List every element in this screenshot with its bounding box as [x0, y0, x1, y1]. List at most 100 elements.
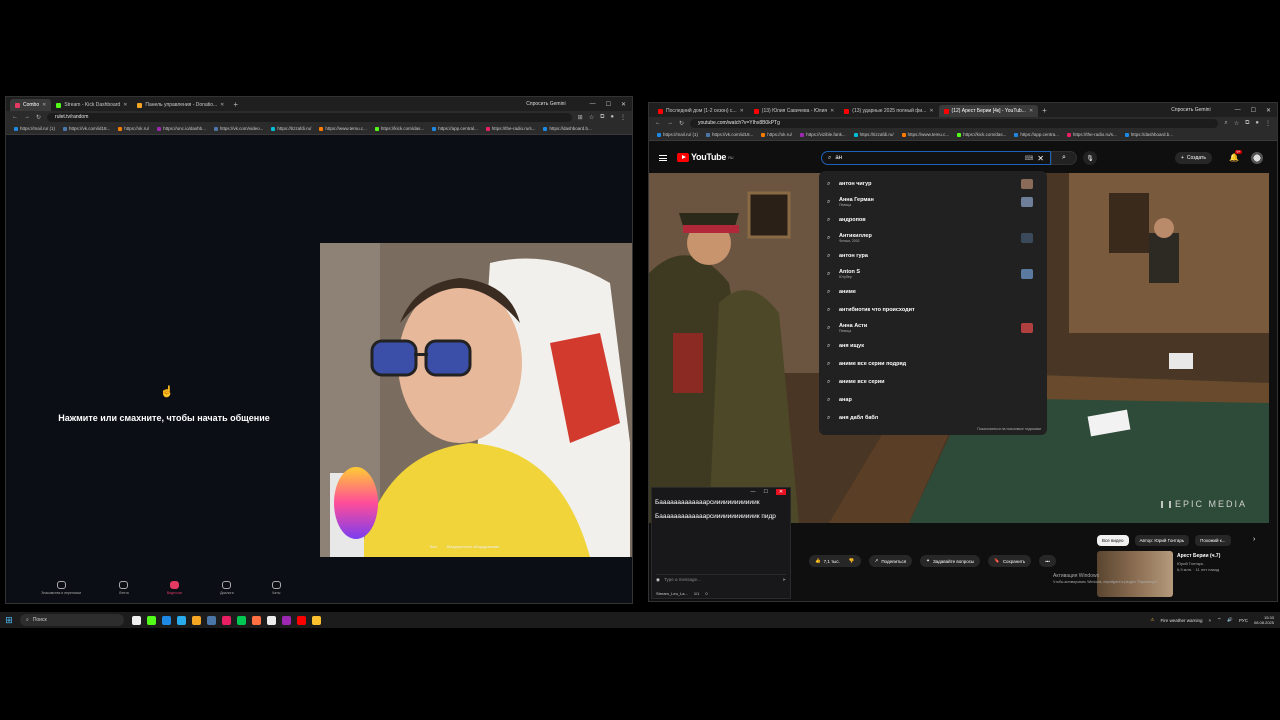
- close-icon[interactable]: ✕: [1029, 108, 1033, 114]
- close-icon[interactable]: ✕: [123, 102, 127, 108]
- taskbar-app-icon[interactable]: [282, 615, 291, 625]
- gemini-button[interactable]: Спросить Gemini: [526, 101, 565, 108]
- bookmark-item[interactable]: https://www.temu.c...: [901, 132, 949, 137]
- bookmark-item[interactable]: https://mail.ru/ (1): [14, 126, 55, 131]
- suggestion-item[interactable]: ⌕ андропов: [819, 211, 1047, 229]
- left-tab[interactable]: Combo ✕: [10, 99, 52, 111]
- close-window-icon[interactable]: ✕: [621, 101, 626, 108]
- close-icon[interactable]: ✕: [740, 108, 744, 114]
- close-icon[interactable]: ✕: [220, 102, 224, 108]
- suggestion-item[interactable]: ⌕ антибиотик что происходит: [819, 301, 1047, 319]
- taskbar-app-icon[interactable]: [297, 615, 306, 625]
- report-suggestions-link[interactable]: Пожаловаться на поисковые подсказки: [977, 427, 1041, 431]
- bookmark-item[interactable]: https://mail.ru/ (1): [657, 132, 698, 137]
- profile-icon[interactable]: ●: [610, 114, 614, 120]
- taskbar-app-icon[interactable]: [177, 615, 186, 625]
- right-tab[interactable]: (12) Арест Берии [4к] - YouTub... ✕: [938, 105, 1039, 117]
- send-icon[interactable]: ➤: [782, 577, 786, 583]
- suggestion-item[interactable]: ⌕ аниме все серии подряд: [819, 355, 1047, 373]
- extensions-icon[interactable]: ⧉: [1245, 120, 1249, 127]
- right-tab[interactable]: Последний дом (1-2 сезон) с... ✕: [653, 105, 749, 117]
- bookmark-item[interactable]: https://dashboard.b...: [1124, 132, 1173, 137]
- bookmark-item[interactable]: https://app.central...: [432, 126, 478, 131]
- clock[interactable]: 15:33 08.08.2025: [1254, 615, 1274, 625]
- new-tab-button[interactable]: +: [1038, 106, 1051, 115]
- gemini-button[interactable]: Спросить Gemini: [1171, 107, 1210, 114]
- thumbs-down-icon[interactable]: 👎: [849, 558, 855, 564]
- suggestion-item[interactable]: ⌕ Антикиллер Фильм, 2002: [819, 229, 1047, 247]
- suggestion-item[interactable]: ⌕ аня дабл бабл: [819, 409, 1047, 427]
- profile-icon[interactable]: ●: [1255, 120, 1259, 126]
- share-button[interactable]: ↗ Поделиться: [868, 555, 913, 567]
- suggestion-item[interactable]: ⌕ Анна Асти Певица: [819, 319, 1047, 337]
- filter-chip[interactable]: Похожий к...: [1195, 535, 1231, 546]
- search-query[interactable]: ан: [835, 155, 1020, 161]
- nav-item[interactable]: Лента: [119, 581, 129, 595]
- taskbar-app-icon[interactable]: [222, 615, 231, 625]
- minimize-icon[interactable]: —: [751, 489, 756, 495]
- cam-pill-medical[interactable]: Медицинское оборудование: [447, 544, 500, 549]
- suggestion-item[interactable]: ⌕ антон чигур: [819, 175, 1047, 193]
- nav-item[interactable]: Знакомства и переписки: [41, 581, 81, 595]
- reload-icon[interactable]: ↻: [36, 114, 41, 121]
- search-button[interactable]: ⌕: [1051, 151, 1077, 165]
- zoom-icon[interactable]: ⌕: [1224, 120, 1227, 127]
- youtube-logo[interactable]: YouTube RU: [677, 152, 734, 162]
- extensions-icon[interactable]: ⧉: [600, 114, 604, 121]
- nav-item[interactable]: Чаты: [271, 581, 281, 595]
- suggestion-item[interactable]: ⌕ аниме: [819, 283, 1047, 301]
- ask-button[interactable]: ✦ Задавайте вопросы: [920, 555, 981, 567]
- back-icon[interactable]: ←: [655, 120, 661, 126]
- search-input[interactable]: ⌕ ан ⌨ ✕: [821, 151, 1051, 165]
- bookmark-item[interactable]: https://ok.ru/: [761, 132, 792, 137]
- bookmark-item[interactable]: https://the-radio.ru/s...: [485, 126, 535, 131]
- bookmark-item[interactable]: https://kick.com/das...: [957, 132, 1006, 137]
- maximize-icon[interactable]: ☐: [606, 101, 611, 108]
- chevron-up-icon[interactable]: ˄: [1208, 618, 1211, 623]
- bell-icon[interactable]: 🔔: [1229, 153, 1239, 162]
- chat-input[interactable]: ◉ Type a message... ➤: [656, 574, 786, 584]
- taskbar-app-icon[interactable]: [252, 615, 261, 625]
- cam-pill-all[interactable]: Все: [430, 544, 437, 549]
- left-tab[interactable]: Stream - Kick Dashboard ✕: [51, 99, 132, 111]
- bookmark-item[interactable]: https://dashboard.b...: [543, 126, 592, 131]
- taskbar-app-icon[interactable]: [192, 615, 201, 625]
- url-field[interactable]: youtube.com/watch?v=YIhx8B0kPTg: [690, 118, 1219, 128]
- chevron-right-icon[interactable]: ›: [1253, 536, 1255, 543]
- video-chat-area[interactable]: ☝ Нажмите или смахните, чтобы начать общ…: [6, 135, 632, 603]
- cam-filter-pill[interactable]: Все Медицинское оборудование: [430, 544, 499, 549]
- nav-item[interactable]: Диалоги: [220, 581, 234, 595]
- back-icon[interactable]: ←: [12, 114, 18, 120]
- save-button[interactable]: 🔖 Сохранить: [988, 555, 1032, 567]
- network-icon[interactable]: ⌔: [1217, 617, 1221, 623]
- forward-icon[interactable]: →: [24, 114, 30, 120]
- bookmark-item[interactable]: https://tizzafdi.ru/: [271, 126, 311, 131]
- url-field[interactable]: rulet.tv/random: [47, 112, 572, 122]
- taskbar-app-icon[interactable]: [207, 615, 216, 625]
- minimize-icon[interactable]: —: [590, 101, 596, 108]
- suggestion-item[interactable]: ⌕ аня ищук: [819, 337, 1047, 355]
- right-tab[interactable]: (13) ударные 2025 полный фи... ✕: [839, 105, 938, 117]
- bookmark-item[interactable]: https://ok.ru/: [118, 126, 149, 131]
- suggestion-item[interactable]: ⌕ Anton S Ютубер: [819, 265, 1047, 283]
- bookmark-item[interactable]: https://unc.io/dashb...: [157, 126, 206, 131]
- taskbar-app-icon[interactable]: [132, 615, 141, 625]
- like-button[interactable]: 👍 7,1 тыс. 👎: [809, 555, 861, 567]
- suggestion-item[interactable]: ⌕ Анна Герман Певица: [819, 193, 1047, 211]
- keyboard-icon[interactable]: ⌨: [1025, 155, 1034, 162]
- close-icon[interactable]: ✕: [830, 108, 834, 114]
- windows-start-icon[interactable]: ⊞: [2, 613, 16, 627]
- reload-icon[interactable]: ↻: [679, 120, 684, 127]
- filter-chip[interactable]: Автор: Юрий Гонтарь: [1134, 535, 1190, 546]
- clear-search-icon[interactable]: ✕: [1037, 154, 1044, 163]
- language-indicator[interactable]: РУС: [1239, 618, 1248, 623]
- weather-label[interactable]: Fire weather warning: [1160, 618, 1202, 623]
- forward-icon[interactable]: →: [667, 120, 673, 126]
- bookmark-item[interactable]: https://kick.com/das...: [374, 126, 424, 131]
- maximize-icon[interactable]: ☐: [1251, 107, 1256, 114]
- bookmark-item[interactable]: https://app.centra...: [1014, 132, 1059, 137]
- filter-chip[interactable]: Все видео: [1097, 535, 1129, 546]
- taskbar-app-icon[interactable]: [237, 615, 246, 625]
- suggestion-item[interactable]: ⌕ антон гура: [819, 247, 1047, 265]
- bookmark-item[interactable]: https://tizzafdi.ru/: [853, 132, 894, 137]
